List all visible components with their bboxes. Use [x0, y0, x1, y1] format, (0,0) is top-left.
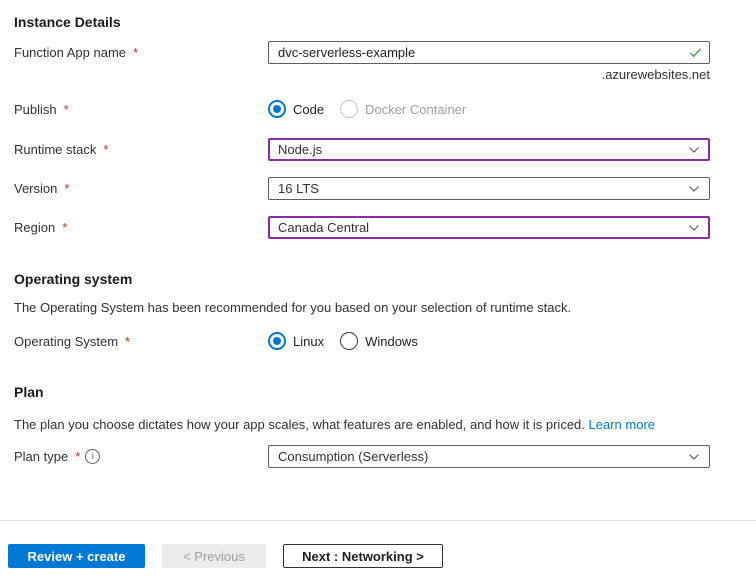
runtime-stack-select[interactable]: Node.js	[268, 138, 710, 161]
review-create-button[interactable]: Review + create	[8, 544, 145, 568]
publish-label: Publish	[14, 101, 57, 117]
os-option-linux[interactable]: Linux	[268, 332, 324, 350]
chevron-down-icon	[689, 185, 699, 192]
version-label: Version	[14, 181, 58, 196]
required-asterisk: *	[62, 220, 68, 235]
runtime-stack-label: Runtime stack	[14, 142, 97, 157]
learn-more-link[interactable]: Learn more	[589, 417, 655, 432]
info-icon[interactable]: i	[85, 449, 101, 464]
runtime-stack-value: Node.js	[278, 142, 323, 157]
footer-button-bar: Review + create < Previous Next : Networ…	[8, 544, 443, 568]
operating-system-radio-group: Linux Windows	[268, 332, 710, 350]
previous-button[interactable]: < Previous	[162, 544, 266, 568]
required-asterisk: *	[133, 45, 139, 60]
required-asterisk: *	[75, 449, 81, 464]
required-asterisk: *	[63, 101, 69, 117]
plan-type-select[interactable]: Consumption (Serverless)	[268, 445, 710, 468]
radio-unselected-icon	[340, 332, 359, 350]
radio-selected-icon	[268, 100, 286, 118]
plan-type-value: Consumption (Serverless)	[278, 449, 429, 464]
plan-type-label: Plan type	[14, 449, 69, 464]
required-asterisk: *	[64, 181, 70, 196]
domain-suffix-label: .azurewebsites.net	[601, 67, 710, 82]
function-app-name-input[interactable]	[268, 41, 710, 64]
required-asterisk: *	[125, 333, 131, 349]
version-row: Version * 16 LTS	[14, 177, 756, 200]
instance-details-heading: Instance Details	[14, 14, 121, 30]
publish-option-docker-container[interactable]: Docker Container	[340, 100, 466, 118]
required-asterisk: *	[103, 142, 109, 157]
plan-description: The plan you choose dictates how your ap…	[14, 417, 655, 432]
radio-disabled-icon	[340, 100, 359, 118]
region-label: Region	[14, 220, 56, 235]
plan-heading: Plan	[14, 384, 44, 400]
publish-option-code[interactable]: Code	[268, 100, 324, 118]
plan-description-text: The plan you choose dictates how your ap…	[14, 417, 585, 432]
validation-check-icon	[689, 48, 702, 58]
operating-system-label: Operating System	[14, 333, 119, 349]
next-networking-button[interactable]: Next : Networking >	[283, 544, 443, 568]
region-row: Region * Canada Central	[14, 216, 756, 239]
runtime-stack-row: Runtime stack * Node.js	[14, 138, 756, 161]
operating-system-heading: Operating system	[14, 271, 133, 287]
operating-system-description: The Operating System has been recommende…	[14, 300, 572, 315]
os-option-windows[interactable]: Windows	[340, 332, 418, 350]
function-app-name-row: Function App name *	[14, 41, 756, 64]
chevron-down-icon	[689, 224, 699, 231]
function-app-name-label: Function App name	[14, 45, 127, 60]
publish-radio-group: Code Docker Container	[268, 100, 710, 118]
region-value: Canada Central	[278, 220, 370, 235]
chevron-down-icon	[689, 453, 699, 460]
operating-system-row: Operating System * Linux Windows	[14, 331, 756, 351]
chevron-down-icon	[689, 146, 699, 153]
radio-selected-icon	[268, 332, 286, 350]
plan-type-row: Plan type * i Consumption (Serverless)	[14, 445, 756, 468]
version-select[interactable]: 16 LTS	[268, 177, 710, 200]
publish-row: Publish * Code Docker Container	[14, 99, 756, 119]
footer-divider	[0, 520, 756, 521]
region-select[interactable]: Canada Central	[268, 216, 710, 239]
version-value: 16 LTS	[278, 181, 319, 196]
